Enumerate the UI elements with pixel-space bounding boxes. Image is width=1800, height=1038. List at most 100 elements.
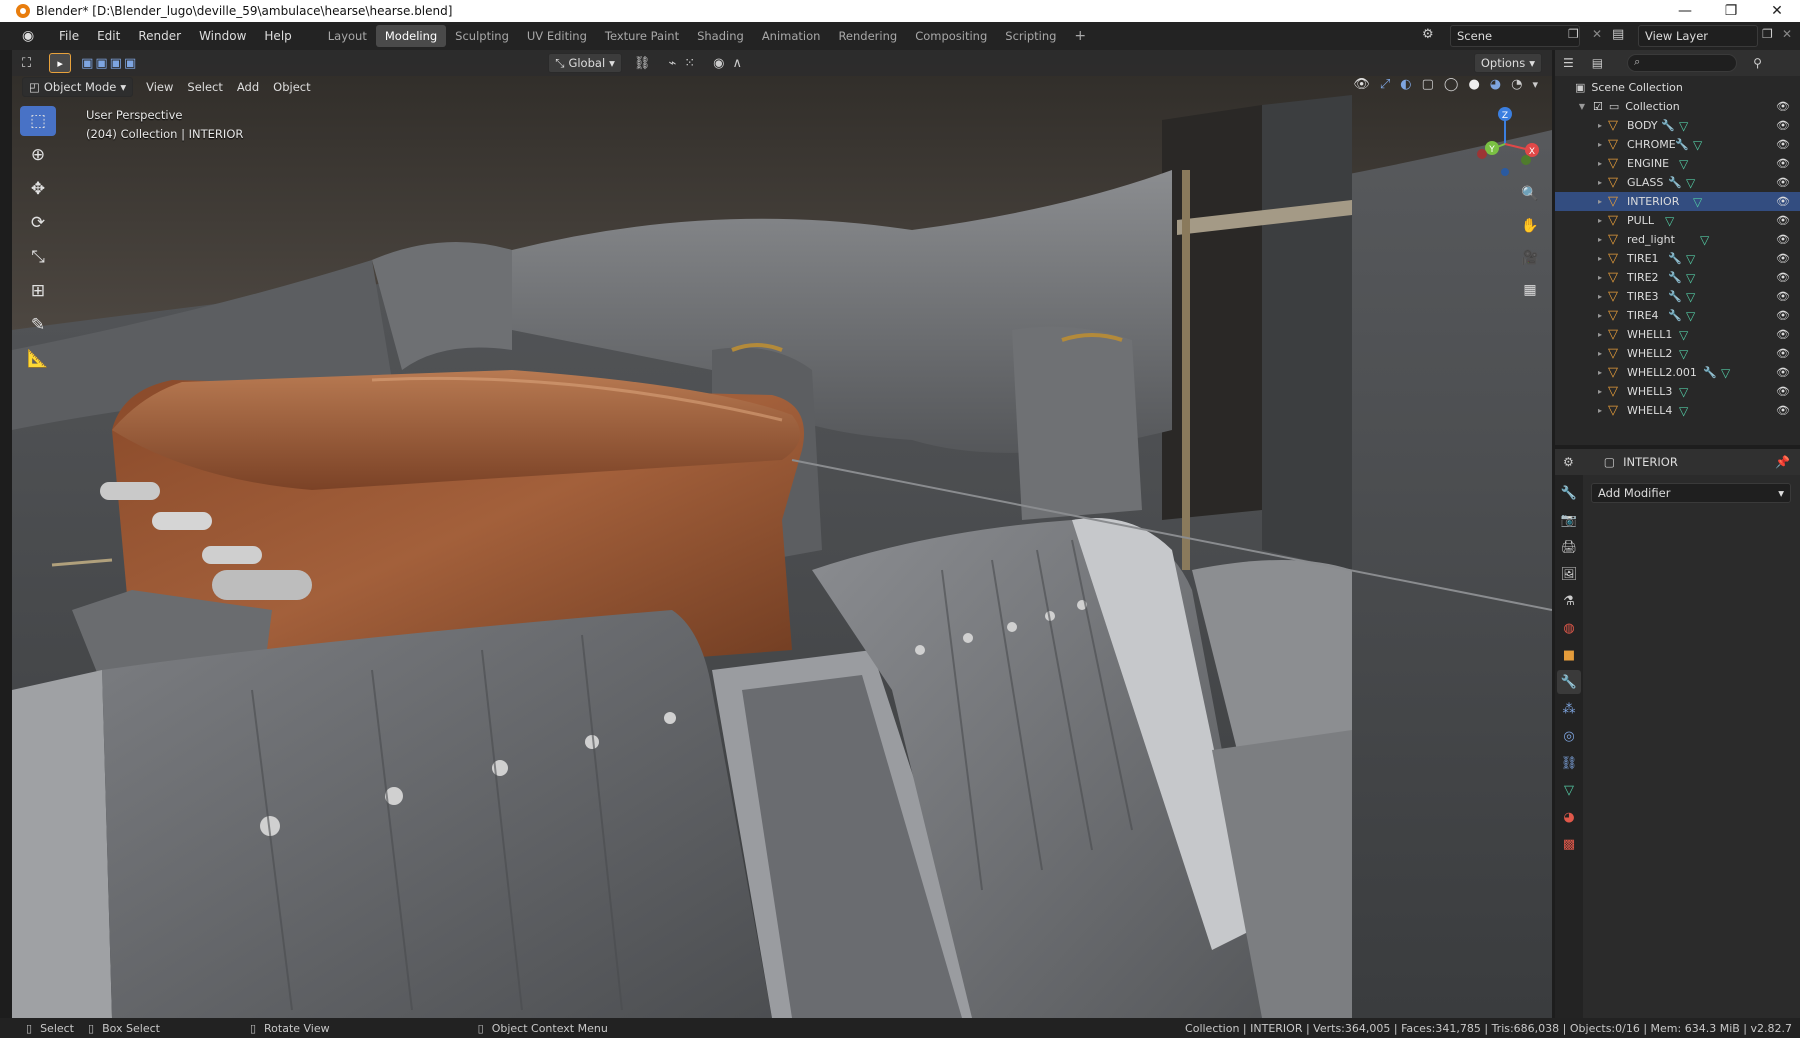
- xray-icon[interactable]: ▢: [1422, 77, 1434, 92]
- maximize-button[interactable]: ❐: [1708, 0, 1754, 22]
- menu-render[interactable]: Render: [129, 22, 190, 50]
- mesh-data-icon[interactable]: ▽: [1679, 385, 1688, 399]
- outliner-item-tire3[interactable]: ▸ ▽ TIRE3 🔧 ▽ 👁: [1555, 287, 1800, 306]
- eye-icon[interactable]: 👁: [1776, 252, 1790, 265]
- object-mode-dropdown[interactable]: ◰ Object Mode ▾: [22, 77, 134, 97]
- tab-animation[interactable]: Animation: [753, 25, 830, 47]
- eye-icon[interactable]: 👁: [1776, 157, 1790, 170]
- tab-uv-editing[interactable]: UV Editing: [518, 25, 596, 47]
- outliner-item-tire1[interactable]: ▸ ▽ TIRE1 🔧 ▽ 👁: [1555, 249, 1800, 268]
- constraints-tab-icon[interactable]: ⛓: [1557, 751, 1581, 775]
- outliner-item-whell3[interactable]: ▸ ▽ WHELL3 ▽ 👁: [1555, 382, 1800, 401]
- add-workspace-icon[interactable]: +: [1065, 25, 1095, 47]
- render-tab-icon[interactable]: 📷: [1557, 508, 1581, 532]
- outliner-item-red-light[interactable]: ▸ ▽ red_light ▽ 👁: [1555, 230, 1800, 249]
- expand-triangle-icon[interactable]: ▸: [1595, 140, 1605, 149]
- blender-menu-icon[interactable]: ◉: [22, 28, 42, 44]
- physics-tab-icon[interactable]: ◎: [1557, 724, 1581, 748]
- outliner-editor-icon[interactable]: ☰: [1563, 56, 1574, 70]
- tool-tab-icon[interactable]: 🔧: [1557, 481, 1581, 505]
- expand-triangle-icon[interactable]: ▸: [1595, 349, 1605, 358]
- selection-mode-icons[interactable]: ▣▣▣▣: [81, 56, 138, 71]
- gizmo-toggle-icon[interactable]: ⤢: [1380, 77, 1390, 92]
- tab-shading[interactable]: Shading: [688, 25, 753, 47]
- modifier-icon[interactable]: 🔧: [1668, 176, 1682, 189]
- pin-icon[interactable]: 📌: [1775, 455, 1790, 469]
- menu-file[interactable]: File: [50, 22, 88, 50]
- outliner-item-tire2[interactable]: ▸ ▽ TIRE2 🔧 ▽ 👁: [1555, 268, 1800, 287]
- cursor-tool-icon[interactable]: ⊕: [20, 140, 56, 170]
- mesh-data-icon[interactable]: ▽: [1679, 119, 1688, 133]
- eye-icon[interactable]: 👁: [1776, 119, 1790, 132]
- add-modifier-dropdown[interactable]: Add Modifier ▾: [1591, 483, 1791, 503]
- outliner-item-body[interactable]: ▸ ▽ BODY 🔧 ▽ 👁: [1555, 116, 1800, 135]
- chevron-down-icon[interactable]: ▾: [1532, 78, 1538, 91]
- outliner-item-tire4[interactable]: ▸ ▽ TIRE4 🔧 ▽ 👁: [1555, 306, 1800, 325]
- display-mode-icon[interactable]: ▤: [1592, 56, 1603, 70]
- eye-icon[interactable]: 👁: [1776, 366, 1790, 379]
- eye-icon[interactable]: 👁: [1776, 138, 1790, 151]
- mesh-data-icon[interactable]: ▽: [1686, 271, 1695, 285]
- editor-type-icon[interactable]: ⛶: [22, 56, 31, 71]
- outliner-item-glass[interactable]: ▸ ▽ GLASS 🔧 ▽ 👁: [1555, 173, 1800, 192]
- tab-layout[interactable]: Layout: [319, 25, 376, 47]
- menu-view[interactable]: View: [139, 80, 180, 94]
- menu-edit[interactable]: Edit: [88, 22, 129, 50]
- modifier-icon[interactable]: 🔧: [1668, 290, 1682, 303]
- view-layer-icon[interactable]: ▤: [1612, 27, 1624, 42]
- eye-icon[interactable]: 👁: [1776, 328, 1790, 341]
- modifier-icon[interactable]: 🔧: [1668, 252, 1682, 265]
- mesh-data-icon[interactable]: ▽: [1686, 290, 1695, 304]
- modifier-tab-icon[interactable]: 🔧: [1557, 670, 1581, 694]
- outliner-item-engine[interactable]: ▸ ▽ ENGINE ▽ 👁: [1555, 154, 1800, 173]
- expand-triangle-icon[interactable]: ▸: [1595, 330, 1605, 339]
- outliner-item-whell1[interactable]: ▸ ▽ WHELL1 ▽ 👁: [1555, 325, 1800, 344]
- eye-icon[interactable]: 👁: [1776, 404, 1790, 417]
- eye-icon[interactable]: 👁: [1776, 385, 1790, 398]
- view-layer-selector[interactable]: View Layer: [1638, 25, 1758, 47]
- outliner-item-whell2-001[interactable]: ▸ ▽ WHELL2.001 🔧 ▽ 👁: [1555, 363, 1800, 382]
- expand-triangle-icon[interactable]: ▸: [1595, 368, 1605, 377]
- outliner-item-interior[interactable]: ▸ ▽ INTERIOR ▽ 👁: [1555, 192, 1800, 211]
- expand-triangle-icon[interactable]: ▸: [1595, 311, 1605, 320]
- eye-icon[interactable]: 👁: [1776, 214, 1790, 227]
- particles-tab-icon[interactable]: ⁂: [1557, 697, 1581, 721]
- overlays-icon[interactable]: ◐: [1400, 77, 1411, 92]
- mesh-data-icon[interactable]: ▽: [1693, 195, 1702, 209]
- checkbox-icon[interactable]: ☑: [1593, 100, 1603, 113]
- delete-scene-icon[interactable]: ✕: [1592, 27, 1602, 41]
- scale-tool-icon[interactable]: ⤡: [20, 242, 56, 272]
- expand-triangle-icon[interactable]: ▸: [1595, 159, 1605, 168]
- new-scene-icon[interactable]: ❐: [1568, 27, 1579, 41]
- navigation-gizmo[interactable]: Z X Y: [1470, 104, 1540, 184]
- outliner-item-whell2[interactable]: ▸ ▽ WHELL2 ▽ 👁: [1555, 344, 1800, 363]
- mesh-data-icon[interactable]: ▽: [1665, 214, 1674, 228]
- eye-icon[interactable]: 👁: [1776, 290, 1790, 303]
- outliner-search-input[interactable]: ⌕: [1627, 54, 1738, 72]
- select-tool-icon[interactable]: ▸: [49, 53, 72, 73]
- expand-triangle-icon[interactable]: ▸: [1595, 216, 1605, 225]
- mesh-data-icon[interactable]: ▽: [1679, 404, 1688, 418]
- expand-triangle-icon[interactable]: ▸: [1595, 235, 1605, 244]
- new-view-layer-icon[interactable]: ❐: [1762, 27, 1773, 41]
- material-tab-icon[interactable]: ◕: [1557, 805, 1581, 829]
- falloff-icon[interactable]: ∧: [733, 56, 743, 71]
- eye-icon[interactable]: 👁: [1776, 100, 1790, 113]
- outliner-item-whell4[interactable]: ▸ ▽ WHELL4 ▽ 👁: [1555, 401, 1800, 420]
- 3d-viewport[interactable]: ⛶ ▸ ▣▣▣▣ ⤡ Global ▾ ⛓ ⌁ ⁙ ◉ ∧ Options ▾ ◰ Ob…: [12, 50, 1552, 1018]
- eye-icon[interactable]: 👁: [1776, 271, 1790, 284]
- expand-triangle-icon[interactable]: ▸: [1595, 178, 1605, 187]
- tab-sculpting[interactable]: Sculpting: [446, 25, 518, 47]
- eye-icon[interactable]: 👁: [1776, 195, 1790, 208]
- tab-scripting[interactable]: Scripting: [996, 25, 1065, 47]
- expand-triangle-icon[interactable]: ▸: [1595, 121, 1605, 130]
- expand-triangle-icon[interactable]: ▸: [1595, 197, 1605, 206]
- pivot-point-icon[interactable]: ⛓: [634, 56, 651, 71]
- data-tab-icon[interactable]: ▽: [1557, 778, 1581, 802]
- material-shading-icon[interactable]: ◕: [1490, 77, 1501, 92]
- eye-icon[interactable]: 👁: [1776, 233, 1790, 246]
- expand-triangle-icon[interactable]: ▸: [1595, 292, 1605, 301]
- world-tab-icon[interactable]: ◍: [1557, 616, 1581, 640]
- visibility-icon[interactable]: 👁: [1353, 77, 1370, 92]
- solid-shading-icon[interactable]: ●: [1468, 77, 1479, 92]
